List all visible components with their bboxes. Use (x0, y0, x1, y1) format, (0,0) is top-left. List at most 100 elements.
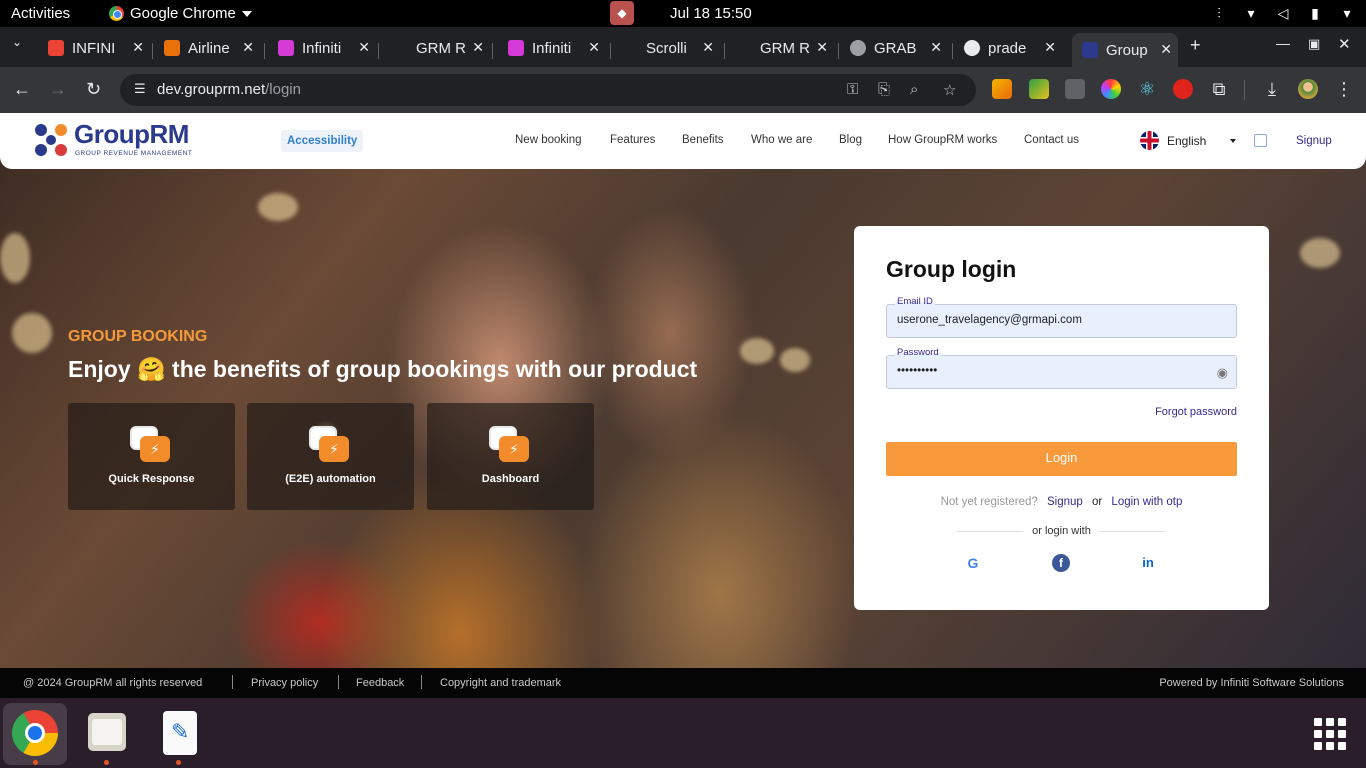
password-input[interactable]: •••••••••• (897, 365, 1197, 377)
tab-airline[interactable]: Airline ✕ (164, 33, 254, 63)
pencil-extension-icon[interactable] (992, 79, 1012, 99)
google-icon[interactable]: G (964, 554, 982, 572)
c-extension-icon[interactable] (1065, 79, 1085, 99)
url-text[interactable]: dev.grouprm.net/login (157, 81, 301, 98)
volume-icon[interactable]: ◁ (1274, 4, 1292, 22)
close-icon[interactable]: ✕ (358, 39, 370, 56)
chat-bolt-icon: ⚡ (309, 426, 353, 466)
tab-grm-r[interactable]: GRM R ✕ (392, 33, 484, 63)
password-key-icon[interactable]: ⚿ (847, 81, 858, 98)
chevron-down-icon (241, 10, 252, 17)
tab-separator (492, 43, 493, 59)
profile-avatar[interactable] (1298, 79, 1318, 99)
close-icon[interactable]: ✕ (472, 39, 484, 56)
red-hand-extension-icon[interactable] (1173, 79, 1193, 99)
tab-infiniti-2[interactable]: Infiniti ✕ (508, 33, 600, 63)
register-row: Not yet registered? Signup or Login with… (854, 496, 1269, 508)
tab-separator (952, 43, 953, 59)
address-bar[interactable]: ☰ dev.grouprm.net/login ⚿ ⎘ ⌕ ☆ (120, 74, 976, 106)
power-menu-icon[interactable]: ▾ (1338, 4, 1356, 22)
linkedin-icon[interactable]: in (1139, 554, 1157, 572)
clock[interactable]: Jul 18 15:50 (670, 5, 752, 22)
color-picker-extension-icon[interactable] (1101, 79, 1121, 99)
footer-privacy-link[interactable]: Privacy policy (251, 677, 318, 689)
feature-label: Dashboard (481, 473, 540, 485)
grouprm-logo-icon[interactable] (33, 122, 69, 158)
site-info-icon[interactable]: ☰ (134, 81, 152, 99)
bookmark-star-icon[interactable]: ☆ (943, 81, 956, 99)
footer-feedback-link[interactable]: Feedback (356, 677, 404, 689)
close-icon[interactable]: ✕ (132, 39, 144, 56)
nav-features[interactable]: Features (610, 134, 655, 146)
minimize-icon[interactable]: — (1276, 35, 1290, 51)
maximize-icon[interactable]: ▣ (1308, 36, 1320, 52)
logo-subtitle: GROUP REVENUE MANAGEMENT (75, 150, 193, 157)
feature-card-quick-response: ⚡ Quick Response (68, 403, 235, 510)
nav-blog[interactable]: Blog (839, 134, 862, 146)
dock-files[interactable] (74, 703, 138, 765)
facebook-icon[interactable]: f (1052, 554, 1070, 572)
tab-group-active[interactable]: Group ✕ (1072, 33, 1178, 67)
wifi-icon[interactable]: ▾ (1242, 4, 1260, 22)
email-input[interactable] (897, 314, 1197, 326)
nav-contact-us[interactable]: Contact us (1024, 134, 1079, 146)
email-field[interactable]: Email ID (886, 296, 1237, 338)
password-field[interactable]: Password •••••••••• ◉ (886, 347, 1237, 389)
chrome-menu-icon[interactable]: ⋮ (1334, 79, 1354, 99)
nav-new-booking[interactable]: New booking (515, 134, 581, 146)
close-icon[interactable]: ✕ (588, 39, 600, 56)
tab-scrolling[interactable]: Scrolli ✕ (622, 33, 714, 63)
input-method-icon[interactable]: ⫶ (1210, 4, 1228, 22)
forgot-password-link[interactable]: Forgot password (1155, 406, 1237, 418)
language-selector[interactable]: English (1140, 131, 1237, 150)
github-icon (964, 40, 980, 56)
tab-grm-r-2[interactable]: GRM R ✕ (736, 33, 828, 63)
close-icon[interactable]: ✕ (702, 39, 714, 56)
grm-favicon-icon (392, 40, 408, 56)
footer-copyright-trademark-link[interactable]: Copyright and trademark (440, 677, 561, 689)
react-devtools-icon[interactable]: ⚛ (1137, 79, 1157, 99)
reload-icon[interactable]: ↻ (86, 79, 101, 100)
accessibility-button[interactable]: Accessibility (281, 130, 364, 152)
close-icon[interactable]: ✕ (930, 39, 942, 56)
tab-grab[interactable]: GRAB ✕ (850, 33, 942, 63)
login-button[interactable]: Login (886, 442, 1237, 476)
globe-icon (850, 40, 866, 56)
dock-chrome[interactable] (3, 703, 67, 765)
install-app-icon[interactable]: ⎘ (878, 81, 890, 98)
tab-search-icon[interactable]: ⌄ (12, 35, 22, 49)
screen-recorder-icon[interactable]: ◆ (610, 1, 634, 25)
tab-github[interactable]: prade ✕ (964, 33, 1056, 63)
new-tab-icon[interactable]: + (1190, 35, 1201, 56)
download-icon[interactable]: ⤓ (1262, 79, 1282, 99)
system-tray[interactable]: ⫶ ▾ ◁ ▮ ▾ (1210, 4, 1356, 22)
nav-benefits[interactable]: Benefits (682, 134, 724, 146)
close-icon[interactable]: ✕ (816, 39, 828, 56)
close-window-icon[interactable]: ✕ (1338, 35, 1351, 53)
show-apps-grid-icon[interactable] (1314, 718, 1346, 750)
back-icon[interactable]: ← (13, 79, 31, 100)
forward-icon[interactable]: → (49, 79, 67, 100)
nav-how-it-works[interactable]: How GroupRM works (888, 134, 997, 146)
close-icon[interactable]: ✕ (242, 39, 254, 56)
header-signup-link[interactable]: Signup (1296, 135, 1332, 147)
extensions-puzzle-icon[interactable]: ⧉ (1209, 79, 1229, 99)
tools-extension-icon[interactable] (1029, 79, 1049, 99)
logo-title[interactable]: GroupRM (74, 119, 189, 150)
activities-button[interactable]: Activities (11, 5, 70, 22)
tab-infini[interactable]: INFINI ✕ (48, 33, 144, 63)
login-with-otp-link[interactable]: Login with otp (1111, 496, 1182, 508)
dock-text-editor[interactable] (146, 703, 210, 765)
tab-infiniti[interactable]: Infiniti ✕ (278, 33, 370, 63)
close-icon[interactable]: ✕ (1160, 41, 1172, 58)
signup-link[interactable]: Signup (1047, 496, 1083, 508)
infiniti-favicon-icon (278, 40, 294, 56)
app-menu[interactable]: Google Chrome (109, 5, 252, 22)
fullscreen-icon[interactable] (1254, 134, 1267, 147)
close-icon[interactable]: ✕ (1044, 39, 1056, 56)
nav-who-we-are[interactable]: Who we are (751, 134, 812, 146)
eye-slash-icon[interactable]: ◉ (1217, 365, 1228, 381)
zoom-icon[interactable]: ⌕ (910, 81, 918, 98)
battery-icon[interactable]: ▮ (1306, 4, 1324, 22)
feature-label: Quick Response (108, 473, 195, 485)
